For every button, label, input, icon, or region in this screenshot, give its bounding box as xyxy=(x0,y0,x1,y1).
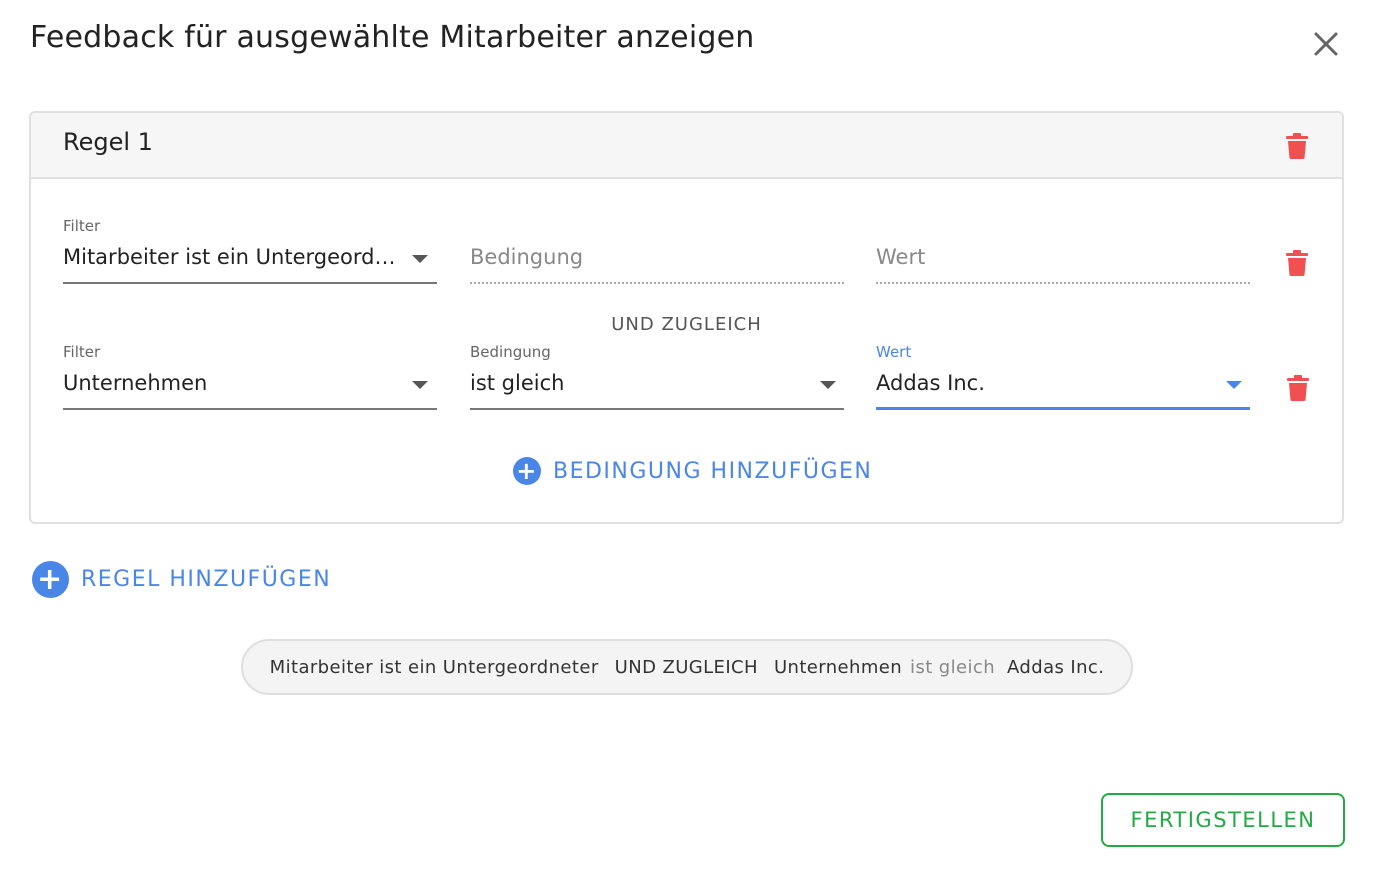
value-label: Wert xyxy=(876,343,912,361)
value-underline xyxy=(876,282,1250,284)
summary-value: Addas Inc. xyxy=(1007,656,1105,678)
plus-circle-icon: + xyxy=(32,561,69,598)
chevron-down-icon[interactable] xyxy=(1226,381,1242,389)
filter-label: Filter xyxy=(63,343,101,361)
chevron-down-icon[interactable] xyxy=(820,381,836,389)
value-value: Addas Inc. xyxy=(876,371,985,395)
filter-value: Mitarbeiter ist ein Untergeordneter xyxy=(63,245,408,269)
filter-underline xyxy=(63,282,437,284)
chevron-down-icon[interactable] xyxy=(412,381,428,389)
rule-card: Regel 1 Filter Mitarbeiter ist ein Unter… xyxy=(29,111,1344,524)
delete-condition-trash-icon[interactable] xyxy=(1287,375,1309,401)
dialog-title: Feedback für ausgewählte Mitarbeiter anz… xyxy=(30,20,755,55)
condition-value: ist gleich xyxy=(470,371,565,395)
filter-label: Filter xyxy=(63,217,101,235)
condition-label: Bedingung xyxy=(470,343,551,361)
filter-value: Unternehmen xyxy=(63,371,208,395)
plus-circle-icon: + xyxy=(513,457,541,485)
summary-operator: ist gleich xyxy=(910,656,996,678)
add-condition-button[interactable]: + BEDINGUNG HINZUFÜGEN xyxy=(513,457,872,485)
add-condition-label: BEDINGUNG HINZUFÜGEN xyxy=(553,458,873,484)
connector-label: UND ZUGLEICH xyxy=(611,314,762,335)
rule-summary-chip: Mitarbeiter ist ein Untergeordneter UND … xyxy=(241,639,1133,695)
condition-underline xyxy=(470,408,844,410)
condition-underline xyxy=(470,282,844,284)
value-underline xyxy=(876,407,1250,410)
close-icon[interactable] xyxy=(1306,24,1346,64)
add-rule-button[interactable]: + REGEL HINZUFÜGEN xyxy=(32,561,331,598)
summary-field: Unternehmen xyxy=(773,656,903,678)
summary-connector: UND ZUGLEICH xyxy=(614,656,758,678)
rule-title: Regel 1 xyxy=(63,128,153,156)
chevron-down-icon[interactable] xyxy=(412,255,428,263)
delete-condition-trash-icon[interactable] xyxy=(1286,250,1308,276)
condition-placeholder: Bedingung xyxy=(470,245,584,269)
finish-button[interactable]: FERTIGSTELLEN xyxy=(1101,793,1345,847)
summary-part1: Mitarbeiter ist ein Untergeordneter xyxy=(269,656,599,678)
rule-header: Regel 1 xyxy=(31,113,1342,179)
add-rule-label: REGEL HINZUFÜGEN xyxy=(81,567,332,592)
filter-underline xyxy=(63,408,437,410)
delete-rule-trash-icon[interactable] xyxy=(1286,133,1308,159)
value-placeholder: Wert xyxy=(876,245,926,269)
